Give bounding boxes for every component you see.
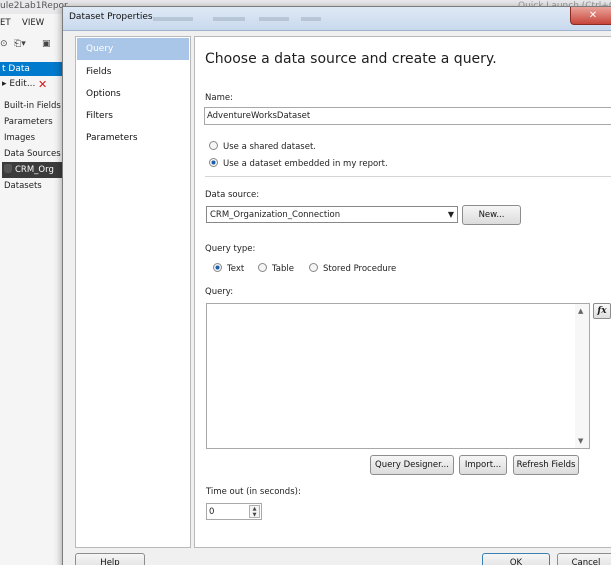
tree-item-builtin-fields[interactable]: Built-in Fields <box>4 98 62 114</box>
radio-table-icon <box>258 263 267 272</box>
toolbar-save-icon[interactable]: ▣ <box>42 39 51 49</box>
query-text <box>207 304 589 310</box>
ok-button[interactable]: OK <box>482 553 550 565</box>
tree-item-datasets[interactable]: Datasets <box>4 178 62 194</box>
divider <box>205 176 611 177</box>
dataset-properties-dialog: Dataset Properties ✕ Query Fields Option… <box>62 6 611 565</box>
name-label: Name: <box>205 93 233 103</box>
radio-shared-icon <box>209 141 218 150</box>
query-type-table[interactable]: Table <box>258 263 294 274</box>
ide-toolbar: ⊙ ⎗▾ ▣ <box>0 38 64 56</box>
tree-item-images[interactable]: Images <box>4 130 62 146</box>
refresh-fields-button[interactable]: Refresh Fields <box>513 455 579 475</box>
menu-item-edit[interactable]: ET <box>0 18 11 28</box>
tree-item-crm-org[interactable]: CRM_Org <box>2 162 62 178</box>
radio-embedded-icon <box>209 158 218 167</box>
toolbar-back-icon[interactable]: ⊙ <box>0 39 8 49</box>
scroll-up-icon[interactable]: ▲ <box>578 307 583 315</box>
report-data-tree: Built-in Fields Parameters Images Data S… <box>2 98 62 194</box>
radio-embedded-dataset[interactable]: Use a dataset embedded in my report. <box>209 158 388 169</box>
radio-stored-procedure-icon <box>309 263 318 272</box>
timeout-input[interactable]: 0 ▲ ▼ <box>206 503 262 520</box>
report-data-header: t Data <box>0 62 64 76</box>
name-input[interactable]: AdventureWorksDataset <box>204 107 611 125</box>
query-type-label: Query type: <box>205 244 256 254</box>
menu-item-view[interactable]: VIEW <box>22 18 44 28</box>
scroll-down-icon[interactable]: ▼ <box>578 437 583 445</box>
nav-item-options[interactable]: Options <box>86 89 121 99</box>
tree-item-data-sources[interactable]: Data Sources <box>4 146 62 162</box>
nav-item-query[interactable]: Query <box>77 38 189 60</box>
nav-item-parameters[interactable]: Parameters <box>86 133 138 143</box>
dialog-title: Dataset Properties <box>69 12 153 22</box>
timeout-label: Time out (in seconds): <box>206 487 301 497</box>
expression-fx-button[interactable]: fx <box>593 303 611 319</box>
dialog-nav-panel: Query Fields Options Filters Parameters <box>75 36 191 548</box>
toolbar-new-item-icon[interactable]: ⎗▾ <box>14 39 26 49</box>
nav-item-fields[interactable]: Fields <box>86 67 111 77</box>
edit-link[interactable]: ▸ Edit... <box>2 79 35 89</box>
close-button[interactable]: ✕ <box>570 7 611 25</box>
spinner-arrows-icon[interactable]: ▲ ▼ <box>249 505 260 518</box>
query-type-stored-procedure[interactable]: Stored Procedure <box>309 263 396 274</box>
cancel-button[interactable]: Cancel <box>557 553 611 565</box>
query-scrollbar[interactable]: ▲ ▼ <box>575 304 589 448</box>
query-label: Query: <box>205 287 234 297</box>
query-type-text[interactable]: Text <box>213 263 244 274</box>
new-data-source-button[interactable]: New... <box>462 205 521 225</box>
query-designer-button[interactable]: Query Designer... <box>370 455 454 475</box>
tree-item-parameters[interactable]: Parameters <box>4 114 62 130</box>
page-heading: Choose a data source and create a query. <box>205 51 497 67</box>
nav-item-filters[interactable]: Filters <box>86 111 113 121</box>
query-textarea[interactable]: ▲ ▼ <box>206 303 590 449</box>
database-icon <box>4 164 12 173</box>
delete-icon[interactable]: ✕ <box>38 78 47 91</box>
dialog-title-bar: Dataset Properties ✕ <box>63 7 611 31</box>
chevron-down-icon: ▼ <box>447 210 454 219</box>
import-button[interactable]: Import... <box>459 455 507 475</box>
radio-text-icon <box>213 263 222 272</box>
data-source-dropdown[interactable]: CRM_Organization_Connection ▼ <box>206 206 458 223</box>
help-button[interactable]: Help <box>75 553 145 565</box>
report-data-actions: ▸ Edit... ✕ <box>0 78 64 93</box>
radio-shared-dataset[interactable]: Use a shared dataset. <box>209 141 316 152</box>
data-source-label: Data source: <box>205 190 260 200</box>
ide-title-text: ule2Lab1Repor <box>0 1 68 11</box>
query-page: Choose a data source and create a query.… <box>194 36 611 548</box>
